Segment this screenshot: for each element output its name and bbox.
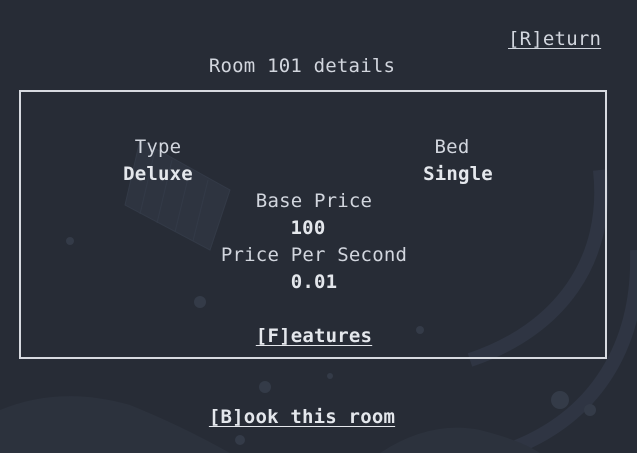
- price-per-second-value: 0.01: [290, 271, 338, 293]
- type-label: Type: [134, 136, 182, 158]
- price-per-second-label: Price Per Second: [220, 244, 408, 266]
- page-title: Room 101 details: [208, 55, 396, 77]
- book-room-button[interactable]: [B]ook this room: [209, 406, 395, 428]
- return-link[interactable]: [R]eturn: [508, 28, 601, 50]
- type-value: Deluxe: [123, 163, 193, 185]
- features-button[interactable]: [F]eatures: [256, 325, 372, 347]
- bed-label: Bed: [434, 136, 470, 158]
- base-price-label: Base Price: [255, 190, 373, 212]
- base-price-value: 100: [290, 217, 326, 239]
- bed-value: Single: [423, 163, 493, 185]
